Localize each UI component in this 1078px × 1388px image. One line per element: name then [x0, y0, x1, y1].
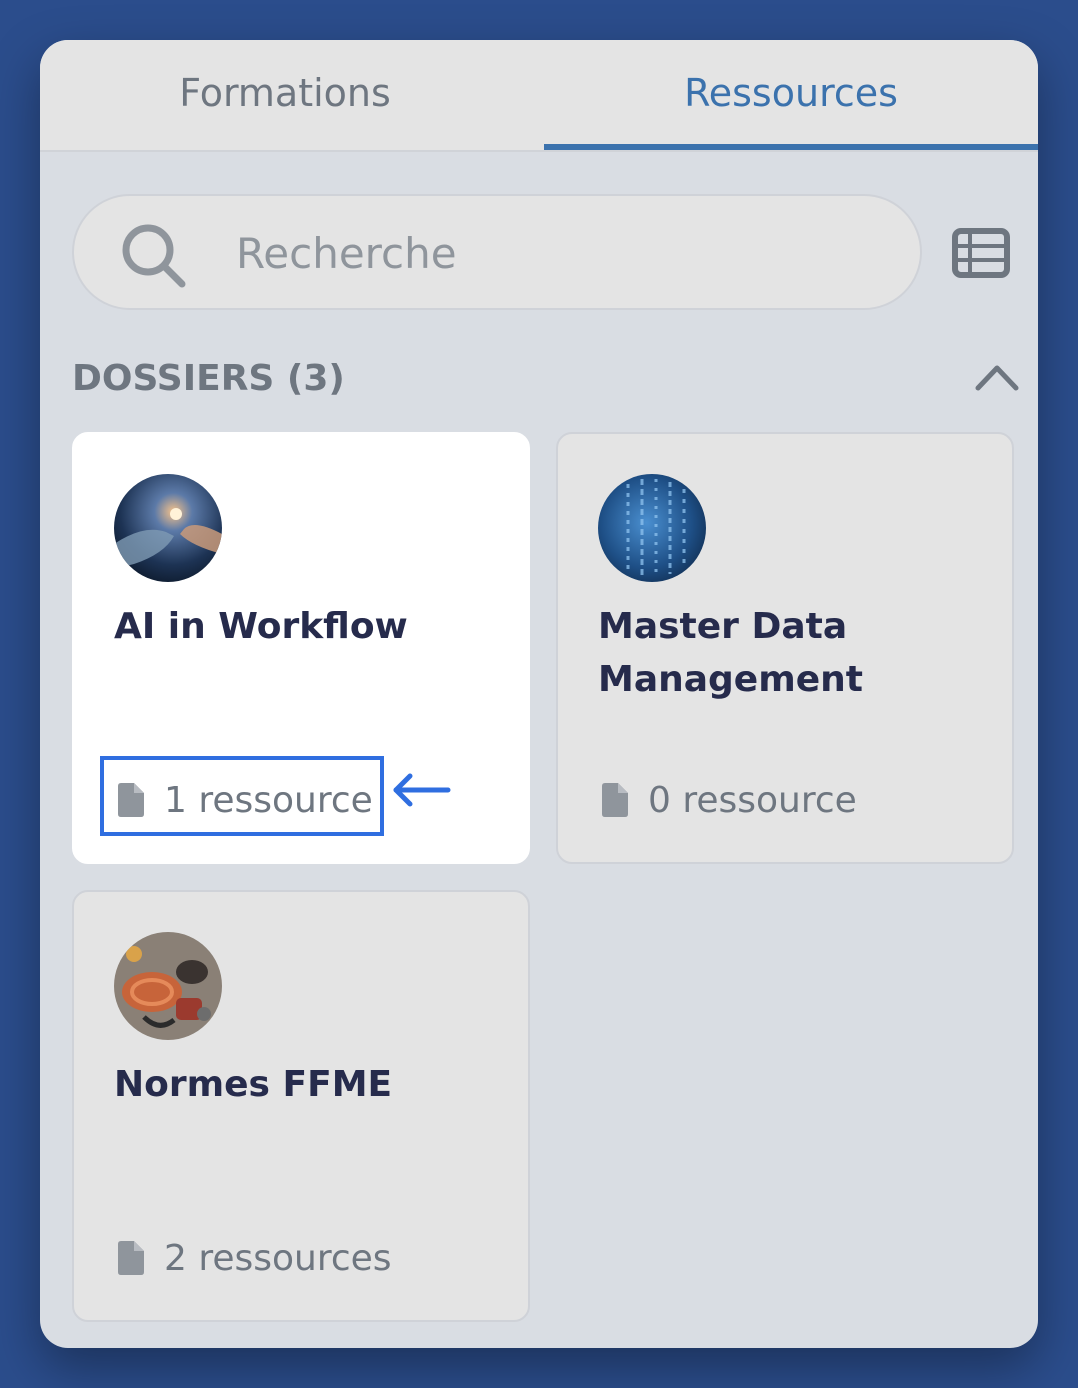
folder-card-master-data-management[interactable]: Master Data Management 0 ressource [556, 432, 1014, 864]
active-tab-indicator [544, 144, 1038, 150]
section-title: DOSSIERS (3) [72, 358, 345, 399]
list-view-icon[interactable] [952, 228, 1010, 278]
search-bar[interactable] [72, 194, 922, 310]
folder-title: AI in Workflow [114, 606, 408, 647]
folder-avatar [598, 474, 706, 582]
resources-panel: Formations Ressources DOSSIERS (3) [40, 40, 1038, 1348]
tab-formations[interactable]: Formations [40, 40, 530, 150]
folder-avatar [114, 932, 222, 1040]
climbing-gear-image [114, 932, 222, 1040]
tab-ressources[interactable]: Ressources [544, 40, 1038, 150]
resource-count: 2 ressources [118, 1232, 392, 1284]
search-icon [122, 224, 186, 288]
folder-title: Normes FFME [114, 1064, 393, 1105]
file-icon [602, 783, 628, 817]
resource-count-label: 0 ressource [648, 779, 857, 821]
folder-avatar [114, 474, 222, 582]
chevron-up-icon[interactable] [974, 360, 1020, 394]
ai-hand-image [114, 474, 222, 582]
folder-card-normes-ffme[interactable]: Normes FFME 2 ressources [72, 890, 530, 1322]
search-input[interactable] [234, 210, 878, 296]
resource-count: 0 ressource [602, 774, 857, 826]
file-icon [118, 1241, 144, 1275]
tab-bar: Formations Ressources [40, 40, 1038, 152]
data-image [598, 474, 706, 582]
resource-count-label: 2 ressources [164, 1237, 392, 1279]
highlight-box [100, 756, 384, 836]
arrow-left-icon [393, 773, 451, 807]
folder-title: Master Data Management [598, 606, 863, 700]
